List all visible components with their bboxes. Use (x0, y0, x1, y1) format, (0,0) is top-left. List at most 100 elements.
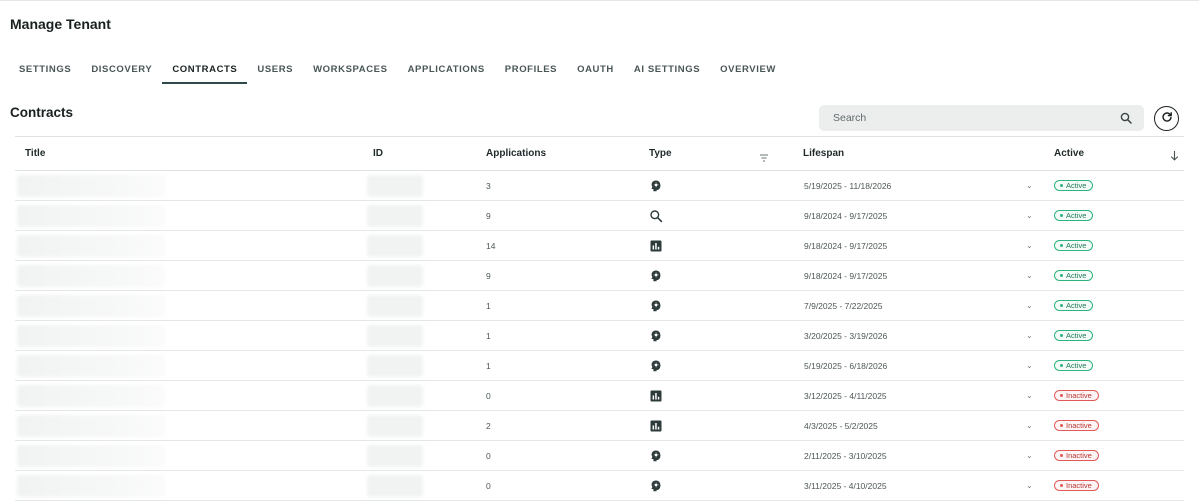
status-label: Active (1066, 241, 1087, 250)
redacted-title (17, 475, 165, 497)
search-box[interactable]: Search (819, 105, 1144, 131)
tab-users[interactable]: USERS (247, 58, 303, 84)
column-header-active[interactable]: Active (1054, 137, 1084, 171)
refresh-button[interactable] (1154, 106, 1179, 131)
status-label: Inactive (1066, 391, 1092, 400)
status-label: Active (1066, 301, 1087, 310)
table-row[interactable]: 14 9/18/2024 - 9/17/2025 ⌄ Active (15, 231, 1184, 261)
status-dot (1060, 394, 1063, 397)
status-label: Inactive (1066, 421, 1092, 430)
tab-discovery[interactable]: DISCOVERY (81, 58, 162, 84)
table-row[interactable]: 0 2/11/2025 - 3/10/2025 ⌄ Inactive (15, 441, 1184, 471)
redacted-id (367, 175, 423, 197)
tab-applications[interactable]: APPLICATIONS (398, 58, 495, 84)
applications-count: 0 (486, 391, 491, 401)
column-header-applications[interactable]: Applications (486, 137, 546, 171)
table-row[interactable]: 3 5/19/2025 - 11/18/2026 ⌄ Active (15, 171, 1184, 201)
page-title: Manage Tenant (10, 16, 111, 32)
redacted-title (17, 265, 165, 287)
search-input[interactable]: Search (833, 112, 1120, 124)
bar-chart-icon (649, 419, 663, 433)
lifespan-value: 3/20/2025 - 3/19/2026 (804, 331, 888, 341)
column-header-id[interactable]: ID (373, 137, 383, 171)
redacted-id (367, 385, 423, 407)
lifespan-value: 4/3/2025 - 5/2/2025 (804, 421, 878, 431)
lifespan-value: 9/18/2024 - 9/17/2025 (804, 241, 888, 251)
table-body: 3 5/19/2025 - 11/18/2026 ⌄ Active 9 9/18/2024… (15, 171, 1184, 501)
chevron-down-icon[interactable]: ⌄ (1026, 441, 1033, 471)
column-header-type[interactable]: Type (649, 137, 672, 171)
chevron-down-icon[interactable]: ⌄ (1026, 201, 1033, 231)
redacted-title (17, 385, 165, 407)
chevron-down-icon[interactable]: ⌄ (1026, 231, 1033, 261)
tab-ai-settings[interactable]: AI SETTINGS (624, 58, 710, 84)
contracts-table: Title ID Applications Type Lifespan Acti… (15, 136, 1184, 501)
brain-icon (649, 359, 663, 373)
redacted-id (367, 295, 423, 317)
chevron-down-icon[interactable]: ⌄ (1026, 261, 1033, 291)
applications-count: 1 (486, 331, 491, 341)
lifespan-value: 3/12/2025 - 4/11/2025 (804, 391, 887, 401)
table-row[interactable]: 1 7/9/2025 - 7/22/2025 ⌄ Active (15, 291, 1184, 321)
column-header-title[interactable]: Title (25, 137, 45, 171)
status-dot (1060, 184, 1063, 187)
tab-settings[interactable]: SETTINGS (9, 58, 81, 84)
applications-count: 2 (486, 421, 491, 431)
lifespan-value: 5/19/2025 - 11/18/2026 (804, 181, 892, 191)
chevron-down-icon[interactable]: ⌄ (1026, 471, 1033, 501)
lifespan-value: 7/9/2025 - 7/22/2025 (804, 301, 883, 311)
applications-count: 1 (486, 301, 491, 311)
status-label: Inactive (1066, 481, 1092, 490)
redacted-id (367, 415, 423, 437)
chevron-down-icon[interactable]: ⌄ (1026, 351, 1033, 381)
status-dot (1060, 304, 1063, 307)
applications-count: 3 (486, 181, 491, 191)
brain-icon (649, 449, 663, 463)
refresh-icon (1161, 110, 1173, 128)
redacted-id (367, 265, 423, 287)
table-row[interactable]: 9 9/18/2024 - 9/17/2025 ⌄ Active (15, 201, 1184, 231)
applications-count: 1 (486, 361, 491, 371)
chevron-down-icon[interactable]: ⌄ (1026, 291, 1033, 321)
redacted-title (17, 235, 165, 257)
search-icon[interactable] (1120, 112, 1132, 124)
status-label: Inactive (1066, 451, 1092, 460)
redacted-id (367, 205, 423, 227)
applications-count: 0 (486, 451, 491, 461)
chevron-down-icon[interactable]: ⌄ (1026, 411, 1033, 441)
applications-count: 14 (486, 241, 496, 251)
brain-icon (649, 299, 663, 313)
status-label: Active (1066, 361, 1087, 370)
chevron-down-icon[interactable]: ⌄ (1026, 381, 1033, 411)
redacted-title (17, 175, 165, 197)
tab-contracts[interactable]: CONTRACTS (162, 58, 248, 84)
chevron-down-icon[interactable]: ⌄ (1026, 171, 1033, 201)
tab-profiles[interactable]: PROFILES (495, 58, 567, 84)
table-row[interactable]: 2 4/3/2025 - 5/2/2025 ⌄ Inactive (15, 411, 1184, 441)
table-row[interactable]: 9 9/18/2024 - 9/17/2025 ⌄ Active (15, 261, 1184, 291)
table-row[interactable]: 0 3/12/2025 - 4/11/2025 ⌄ Inactive (15, 381, 1184, 411)
status-badge: Active (1054, 210, 1094, 221)
status-badge: Active (1054, 240, 1094, 251)
table-row[interactable]: 0 3/11/2025 - 4/10/2025 ⌄ Inactive (15, 471, 1184, 501)
tab-overview[interactable]: OVERVIEW (710, 58, 786, 84)
bar-chart-icon (649, 239, 663, 253)
status-badge: Inactive (1054, 480, 1099, 491)
table-row[interactable]: 1 3/20/2025 - 3/19/2026 ⌄ Active (15, 321, 1184, 351)
chevron-down-icon[interactable]: ⌄ (1026, 321, 1033, 351)
status-label: Active (1066, 181, 1087, 190)
applications-count: 0 (486, 481, 491, 491)
column-header-lifespan[interactable]: Lifespan (803, 137, 844, 171)
redacted-title (17, 295, 165, 317)
tab-oauth[interactable]: OAUTH (567, 58, 624, 84)
status-dot (1060, 244, 1063, 247)
sort-arrow-down-icon[interactable] (1170, 148, 1179, 166)
redacted-title (17, 355, 165, 377)
tab-workspaces[interactable]: WORKSPACES (303, 58, 397, 84)
lifespan-value: 9/18/2024 - 9/17/2025 (804, 271, 888, 281)
table-row[interactable]: 1 5/19/2025 - 6/18/2026 ⌄ Active (15, 351, 1184, 381)
redacted-id (367, 475, 423, 497)
applications-count: 9 (486, 211, 491, 221)
filter-icon[interactable] (759, 149, 769, 167)
status-dot (1060, 334, 1063, 337)
